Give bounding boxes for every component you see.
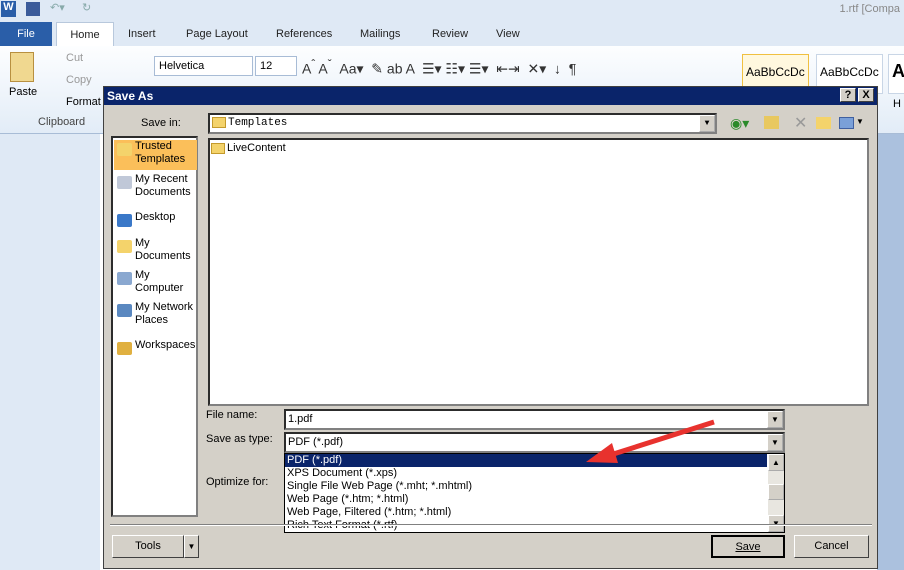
- font-size-box[interactable]: 12: [255, 56, 297, 76]
- tools-chevron-icon[interactable]: ▼: [184, 535, 199, 558]
- document-background: [877, 134, 904, 570]
- clipboard-group-label: Clipboard: [38, 116, 86, 128]
- tab-references[interactable]: References: [276, 22, 332, 46]
- tab-review[interactable]: Review: [432, 22, 468, 46]
- place-trusted-templates[interactable]: Trusted Templates: [114, 140, 197, 170]
- save-icon[interactable]: [26, 2, 40, 16]
- place-network[interactable]: My Network Places: [114, 301, 197, 333]
- views-chevron-icon[interactable]: ▼: [856, 117, 864, 126]
- chevron-down-icon[interactable]: ▼: [767, 434, 783, 451]
- optimize-for-label: Optimize for:: [206, 476, 269, 488]
- cut-button[interactable]: Cut: [66, 52, 83, 64]
- options-scrollbar[interactable]: ▲ ▼: [768, 454, 784, 532]
- place-recent[interactable]: My Recent Documents: [114, 173, 197, 205]
- place-my-computer[interactable]: My Computer: [114, 269, 197, 301]
- copy-button[interactable]: Copy: [66, 74, 92, 86]
- back-icon[interactable]: ◉▾: [730, 115, 749, 132]
- tab-mailings[interactable]: Mailings: [360, 22, 400, 46]
- help-button[interactable]: ?: [840, 88, 856, 102]
- chevron-down-icon[interactable]: ▼: [767, 411, 783, 428]
- type-option-htm[interactable]: Web Page (*.htm; *.html): [285, 493, 784, 506]
- tab-home[interactable]: Home: [56, 22, 114, 46]
- file-name-label: File name:: [206, 409, 258, 421]
- computer-icon: [117, 272, 132, 285]
- desktop-icon: [117, 214, 132, 227]
- network-icon: [117, 304, 132, 317]
- type-option-xps[interactable]: XPS Document (*.xps): [285, 467, 784, 480]
- save-in-value: Templates: [228, 117, 288, 129]
- cancel-button[interactable]: Cancel: [794, 535, 869, 558]
- place-my-documents[interactable]: My Documents: [114, 237, 197, 269]
- folder-icon: [211, 142, 225, 154]
- scroll-up-icon[interactable]: ▲: [768, 454, 784, 471]
- place-workspaces[interactable]: Workspaces: [114, 339, 197, 371]
- tab-insert[interactable]: Insert: [128, 22, 156, 46]
- dialog-title: Save As ? X: [104, 87, 877, 105]
- undo-icon[interactable]: ↶▾: [50, 1, 65, 14]
- save-in-label: Save in:: [141, 117, 181, 129]
- style-heading-label: H: [893, 98, 901, 110]
- scroll-thumb[interactable]: [768, 484, 784, 500]
- tab-file[interactable]: File: [0, 22, 52, 46]
- save-in-dropdown[interactable]: Templates ▼: [208, 113, 717, 134]
- format-toolbar-icons[interactable]: Aˆ Aˇ Aa▾ ✎ ab A ☰▾ ☷▾ ☰▾ ⇤⇥ ✕▾ ↓ ¶: [302, 58, 576, 78]
- tab-view[interactable]: View: [496, 22, 520, 46]
- style-heading[interactable]: A: [888, 54, 904, 94]
- type-option-mht[interactable]: Single File Web Page (*.mht; *.mhtml): [285, 480, 784, 493]
- annotation-arrow: [586, 419, 715, 463]
- workspaces-icon: [117, 342, 132, 355]
- recent-icon: [117, 176, 132, 189]
- word-logo-icon[interactable]: W: [1, 1, 16, 17]
- documents-icon: [117, 240, 132, 253]
- save-as-type-label: Save as type:: [206, 433, 273, 445]
- dialog-title-text: Save As: [107, 89, 154, 103]
- ribbon-tabs: File Home Insert Page Layout References …: [0, 22, 904, 46]
- tab-page-layout[interactable]: Page Layout: [186, 22, 248, 46]
- new-folder-icon[interactable]: [816, 117, 831, 129]
- up-folder-icon[interactable]: [764, 116, 779, 129]
- type-option-htm-filtered[interactable]: Web Page, Filtered (*.htm; *.html): [285, 506, 784, 519]
- paste-button[interactable]: Paste: [9, 86, 37, 98]
- save-as-dialog: Save As ? X Save in: Templates ▼ ◉▾ ✕ ▼ T…: [103, 86, 878, 569]
- folder-icon: [212, 116, 226, 128]
- save-button[interactable]: Save: [711, 535, 785, 558]
- quick-access-toolbar: W ↶▾ ↻ 1.rtf [Compa: [0, 0, 904, 20]
- font-name-box[interactable]: Helvetica: [154, 56, 253, 76]
- window-title: 1.rtf [Compa: [839, 3, 900, 15]
- chevron-down-icon[interactable]: ▼: [699, 115, 715, 132]
- divider: [110, 524, 872, 526]
- tools-button[interactable]: Tools: [112, 535, 184, 558]
- redo-icon[interactable]: ↻: [82, 1, 91, 14]
- delete-icon[interactable]: ✕: [794, 113, 807, 133]
- file-list[interactable]: LiveContent: [208, 138, 869, 406]
- folder-icon: [117, 143, 132, 156]
- places-bar: Trusted Templates My Recent Documents De…: [111, 136, 198, 517]
- paste-icon[interactable]: [10, 52, 34, 82]
- format-painter-button[interactable]: Format: [66, 96, 101, 108]
- file-item[interactable]: LiveContent: [210, 140, 867, 154]
- close-button[interactable]: X: [858, 88, 874, 102]
- views-icon[interactable]: [839, 117, 854, 129]
